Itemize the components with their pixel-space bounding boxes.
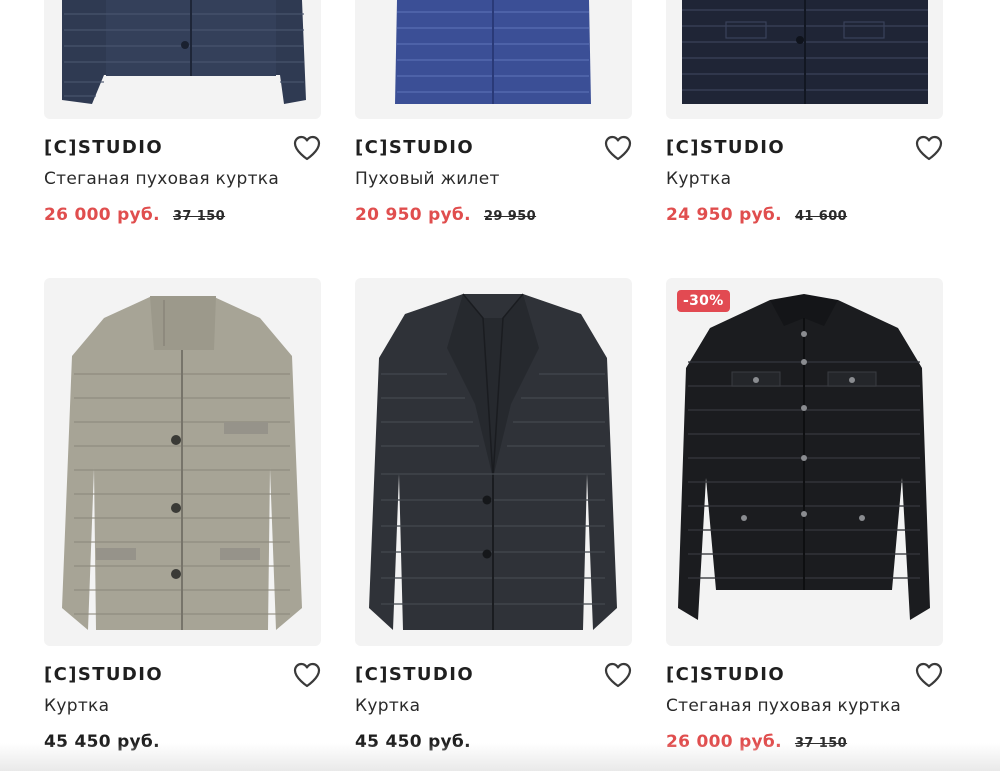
product-brand[interactable]: [C]STUDIO [666, 664, 785, 685]
product-image[interactable] [355, 278, 632, 646]
product-image[interactable]: -30% [666, 278, 943, 646]
product-brand[interactable]: [C]STUDIO [44, 664, 163, 685]
jacket-image [682, 0, 928, 104]
price-row: 26 000 руб. 37 150 [666, 732, 847, 752]
discount-badge: -30% [677, 290, 730, 312]
product-name[interactable]: Стеганая пуховая куртка [44, 169, 279, 189]
heart-icon[interactable] [604, 662, 632, 688]
old-price: 37 150 [794, 736, 848, 751]
sale-price: 26 000 руб. [44, 205, 160, 225]
price: 45 450 руб. [355, 732, 471, 752]
jacket-image [62, 0, 306, 104]
price-row: 24 950 руб. 41 600 [666, 205, 847, 225]
heart-icon[interactable] [293, 135, 321, 161]
product-image[interactable] [666, 0, 943, 119]
jacket-image [62, 296, 302, 630]
product-card[interactable]: [C]STUDIO Куртка 45 450 руб. [44, 278, 321, 758]
price-row: 20 950 руб. 29 950 [355, 205, 536, 225]
old-price: 37 150 [172, 209, 226, 224]
sale-price: 24 950 руб. [666, 205, 782, 225]
old-price: 41 600 [794, 209, 848, 224]
price-row: 26 000 руб. 37 150 [44, 205, 225, 225]
sale-price: 26 000 руб. [666, 732, 782, 752]
jacket-image [678, 294, 930, 620]
heart-icon[interactable] [604, 135, 632, 161]
old-price: 29 950 [483, 209, 537, 224]
product-image[interactable] [44, 0, 321, 119]
product-card[interactable]: [C]STUDIO Куртка 45 450 руб. [355, 278, 632, 758]
price-row: 45 450 руб. [44, 732, 160, 752]
price-row: 45 450 руб. [355, 732, 471, 752]
vest-image [395, 0, 591, 104]
heart-icon[interactable] [915, 662, 943, 688]
product-grid: [C]STUDIO Стеганая пуховая куртка 26 000… [0, 0, 1000, 771]
product-brand[interactable]: [C]STUDIO [666, 137, 785, 158]
heart-icon[interactable] [293, 662, 321, 688]
product-brand[interactable]: [C]STUDIO [355, 664, 474, 685]
product-card[interactable]: -30% [C]STUDIO Стеганая пуховая куртка 2… [666, 278, 943, 758]
price: 45 450 руб. [44, 732, 160, 752]
product-brand[interactable]: [C]STUDIO [44, 137, 163, 158]
product-card[interactable]: [C]STUDIO Пуховый жилет 20 950 руб. 29 9… [355, 0, 632, 230]
sale-price: 20 950 руб. [355, 205, 471, 225]
product-name[interactable]: Куртка [355, 696, 420, 716]
product-brand[interactable]: [C]STUDIO [355, 137, 474, 158]
product-name[interactable]: Пуховый жилет [355, 169, 500, 189]
product-card[interactable]: [C]STUDIO Стеганая пуховая куртка 26 000… [44, 0, 321, 230]
product-name[interactable]: Куртка [666, 169, 731, 189]
product-image[interactable] [44, 278, 321, 646]
product-card[interactable]: [C]STUDIO Куртка 24 950 руб. 41 600 [666, 0, 943, 230]
heart-icon[interactable] [915, 135, 943, 161]
blazer-image [369, 293, 617, 630]
product-name[interactable]: Стеганая пуховая куртка [666, 696, 901, 716]
product-image[interactable] [355, 0, 632, 119]
product-name[interactable]: Куртка [44, 696, 109, 716]
